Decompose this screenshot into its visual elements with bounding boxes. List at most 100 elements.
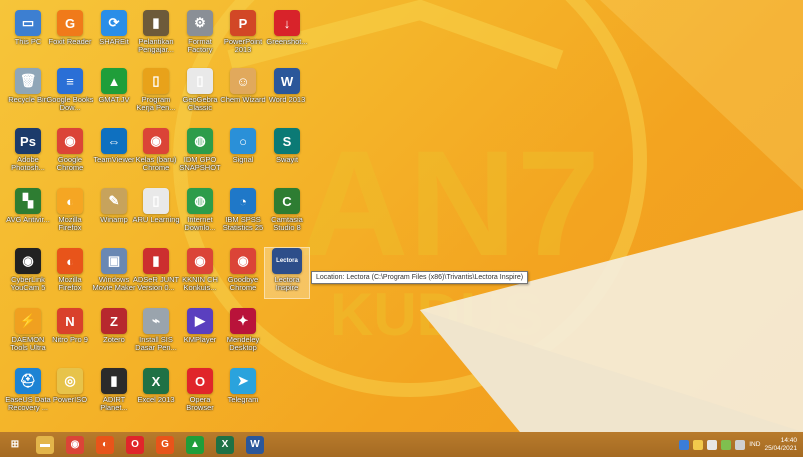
foxit-icon: G: [57, 10, 83, 36]
desktop-icon-label: Format Factory: [187, 38, 213, 54]
desktop-icon[interactable]: ▮ ADSeR JUNT Version 0...: [133, 248, 179, 298]
desktop-icon-label: KKNIN CH Konkuis...: [182, 276, 218, 292]
volume-icon[interactable]: [735, 439, 746, 450]
desktop-icon[interactable]: ◉ KKNIN CH Konkuis...: [178, 248, 222, 298]
desktop-icon[interactable]: C Camtasia Studio 8: [265, 188, 309, 238]
desktop-icon[interactable]: ◉ CyberLink YouCam 5: [6, 248, 50, 298]
desktop-icon[interactable]: ◎ PowerISO: [48, 368, 92, 418]
desktop-icon[interactable]: ▭ This PC: [6, 10, 50, 60]
notification-icon[interactable]: [693, 439, 704, 450]
taskbar-item[interactable]: ◐: [90, 432, 120, 457]
recycle-bin-icon: 🗑: [15, 68, 41, 94]
shareit-icon: ⟳: [101, 10, 127, 36]
desktop-icon[interactable]: ▯ GeoGebra Classic: [178, 68, 222, 118]
desktop-icon[interactable]: ⚙ Format Factory: [178, 10, 222, 60]
taskbar-item[interactable]: W: [240, 432, 270, 457]
desktop-icon[interactable]: ▣ Windows Movie Maker: [92, 248, 136, 298]
desktop-icon[interactable]: W Word 2013: [265, 68, 309, 118]
desktop-icon[interactable]: ⇔ TeamViewer: [92, 128, 136, 178]
desktop-icon[interactable]: Z Zotero: [92, 308, 136, 358]
desktop-icon[interactable]: P PowerPoint 2013: [221, 10, 265, 60]
taskbar-item[interactable]: ▬: [30, 432, 60, 457]
windows-start-icon: ⊞: [10, 439, 20, 450]
desktop-icon[interactable]: X Excel 2013: [134, 368, 178, 418]
desktop-icon[interactable]: ✦ Mendeley Desktop: [221, 308, 265, 358]
desktop-icon-label: Camtasia Studio 8: [271, 216, 303, 232]
desktop-icon[interactable]: ▮ Pelantikan Pengajar...: [134, 10, 178, 60]
chrome-icon: ◉: [143, 128, 169, 154]
taskbar-item[interactable]: O: [120, 432, 150, 457]
desktop-icon[interactable]: ☺ Chem Wizard: [220, 68, 266, 118]
clock[interactable]: 14:40 25/04/2021: [764, 437, 797, 453]
desktop-icon[interactable]: S Swayit: [265, 128, 309, 178]
powerpoint-icon: P: [230, 10, 256, 36]
desktop-icon[interactable]: Ps Adobe Photosh...: [6, 128, 50, 178]
desktop-icon-label: Mozilla Firefox: [58, 216, 82, 232]
taskbar-item[interactable]: X: [210, 432, 240, 457]
nitro-icon: N: [57, 308, 83, 334]
desktop-icon[interactable]: ⚡ DAEMON Tools Ultra: [6, 308, 50, 358]
triangle-icon: ▲: [186, 435, 204, 454]
desktop-icon[interactable]: ↓ Greenshot...: [265, 10, 309, 60]
desktop-icon-label: Signal: [232, 156, 254, 164]
desktop-icon-label: TeamViewer: [93, 156, 135, 164]
desktop-icon[interactable]: ▯ Program Kerja Pen...: [134, 68, 178, 118]
desktop-icon[interactable]: ◔ IBM SPSS Statistics 25: [221, 188, 265, 238]
desktop-icon[interactable]: ◉ Google Chrome: [48, 128, 92, 178]
desktop-icon[interactable]: ◐ Mozilla Firefox: [48, 248, 92, 298]
desktop-icon[interactable]: ≡ Google Books Dow...: [46, 68, 94, 118]
desktop-icon-label: GeoGebra Classic: [182, 96, 218, 112]
taskbar-item[interactable]: ▲: [180, 432, 210, 457]
desktop-icon[interactable]: O Opera Browser: [178, 368, 222, 418]
desktop-icon[interactable]: ▶ KMPlayer: [178, 308, 222, 358]
network-status-icon[interactable]: [679, 439, 690, 450]
telegram-icon: ➤: [230, 368, 256, 394]
clock-date: 25/04/2021: [764, 444, 797, 452]
desktop-icon[interactable]: ⛑ EaseUS Data Recovery ...: [5, 368, 51, 418]
taskbar: ⊞ ▬ ◉ ◐ O G ▲ X W IND 14:40 25/04/2021: [0, 432, 803, 457]
shield-icon[interactable]: [707, 439, 718, 450]
desktop-icon[interactable]: G Foxit Reader: [48, 10, 92, 60]
desktop-icon-label: SHAREit: [99, 38, 129, 46]
desktop-icon[interactable]: ◍ Internet Downlo...: [178, 188, 222, 238]
desktop-icon[interactable]: ➤ Telegram: [221, 368, 265, 418]
desktop-icon[interactable]: ▯ ARU Learning: [132, 188, 180, 238]
desktop-icon[interactable]: 🗑 Recycle Bin: [6, 68, 50, 118]
taskbar-item[interactable]: G: [150, 432, 180, 457]
desktop-icon[interactable]: ◉ Kelas (baru) Chrome: [134, 128, 178, 178]
taskbar-item[interactable]: ⊞: [0, 432, 30, 457]
triangle-icon: ▲: [101, 68, 127, 94]
desktop-icon-label: Internet Downlo...: [184, 216, 216, 232]
zotero-icon: Z: [101, 308, 127, 334]
desktop-icon[interactable]: ▮ ADIRT Planet...: [92, 368, 136, 418]
desktop-icon[interactable]: ◍ IDM GPO SNAPSHOT: [178, 128, 222, 178]
desktop-icon[interactable]: ○ Signal: [221, 128, 265, 178]
lectora-icon: Lectora: [272, 248, 302, 274]
desktop-icon-label: Telegram: [227, 396, 259, 404]
taskbar-item[interactable]: ◉: [60, 432, 90, 457]
tooltip: Location: Lectora (C:\Program Files (x86…: [311, 271, 529, 284]
battery-icon[interactable]: [721, 439, 732, 450]
desktop-icon[interactable]: N Nitro Pro 9: [48, 308, 92, 358]
desktop-icon-label: Goodbye Chrome: [227, 276, 259, 292]
app-icon: ▮: [143, 248, 169, 274]
desktop[interactable]: AN7 KUDUS ▭This PCGFoxit Reader⟳SHAREit▮…: [0, 0, 803, 432]
firefox-icon: ◐: [57, 248, 83, 274]
desktop-icon[interactable]: ⟳ SHAREit: [92, 10, 136, 60]
desktop-icon[interactable]: ◉ Goodbye Chrome: [221, 248, 265, 298]
desktop-icon-label: ADIRT Planet...: [100, 396, 128, 412]
desktop-icon-label: Windows Movie Maker: [92, 276, 136, 292]
firefox-icon: ◐: [96, 435, 114, 454]
desktop-icon[interactable]: ⌁ Install SIS Dasar Pen...: [134, 308, 178, 358]
desktop-icon[interactable]: ◐ Mozilla Firefox: [48, 188, 92, 238]
desktop-icon[interactable]: Lectora Lectora Inspire: [264, 247, 310, 299]
desktop-icon-label: AVG Antivir...: [6, 216, 50, 224]
desktop-icon[interactable]: ✎ Winamp: [92, 188, 136, 238]
chrome-icon: ◉: [230, 248, 256, 274]
language-indicator[interactable]: IND: [749, 441, 760, 448]
desktop-icon-label: Swayit: [275, 156, 299, 164]
desktop-icon[interactable]: ▲ GMAT.JV: [92, 68, 136, 118]
desktop-icon-label: Install SIS Dasar Pen...: [135, 336, 177, 352]
mendeley-icon: ✦: [230, 308, 256, 334]
desktop-icon[interactable]: ▚ AVG Antivir...: [6, 188, 50, 238]
